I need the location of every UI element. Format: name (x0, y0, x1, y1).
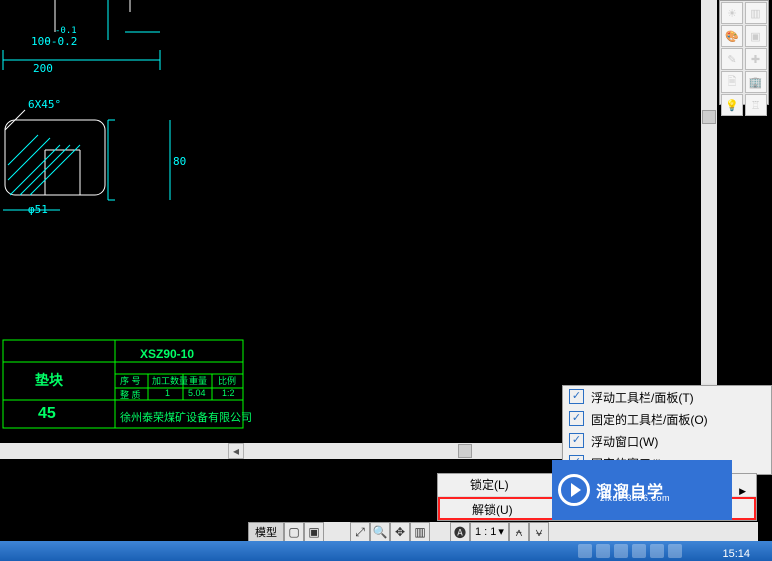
layout1-icon[interactable]: ▢ (284, 522, 304, 542)
brick-icon[interactable]: ▥ (745, 2, 767, 24)
status-bar: 模型 ▢ ▣ ⤢ 🔍 ✥ ▥ 🅐 1 : 1 ▾ ⍲ ⍱ (248, 522, 758, 542)
tray-icon[interactable] (596, 544, 610, 558)
scale-dropdown[interactable]: 1 : 1 ▾ (470, 522, 509, 542)
annoscale-a-icon[interactable]: ⍲ (509, 522, 529, 542)
submenu-unlock-label: 解锁(U) (472, 503, 513, 517)
plus-icon[interactable]: ✚ (745, 48, 767, 70)
tb-v-jiagong: 1 (165, 388, 170, 398)
menu-docked-toolbars[interactable]: ✓ 固定的工具栏/面板(O) (563, 408, 771, 430)
watermark-url: zixue.3d66.com (600, 493, 670, 503)
watermark-badge: 溜溜自学 zixue.3d66.com (552, 460, 732, 520)
tb-hdr-jiagong: 加工数量 (152, 374, 188, 387)
dim-80: 80 (173, 155, 186, 168)
taskbar-clock[interactable]: 15:14 (722, 548, 750, 560)
tb-matnum: 45 (38, 405, 56, 423)
sun-icon[interactable]: ☀ (721, 2, 743, 24)
tb-code: XSZ90-10 (140, 347, 194, 361)
doc-icon[interactable]: 🗎 (721, 71, 743, 93)
dim-200: 200 (33, 62, 53, 75)
pagoda-icon[interactable]: ♖ (745, 94, 767, 116)
pen-icon[interactable]: ✎ (721, 48, 743, 70)
tb-hdr-zhong: 重量 (189, 374, 207, 387)
menu-label: 浮动工具栏/面板(T) (591, 389, 694, 406)
annotate-scale-icon[interactable]: 🅐 (450, 522, 470, 542)
drawing-canvas[interactable]: 200 10θ-0.2 -0.1 6X45° 80 φ51 垫块 45 XSZ9… (0, 0, 703, 443)
dim-phi51: φ51 (28, 203, 48, 216)
tab-model[interactable]: 模型 (248, 522, 284, 542)
system-tray[interactable] (502, 544, 682, 560)
windows-taskbar[interactable]: 15:14 (0, 541, 772, 561)
check-icon: ✓ (569, 411, 584, 426)
dim-tol: 10θ-0.2 (31, 35, 77, 48)
zoom-icon[interactable]: 🔍 (370, 522, 390, 542)
building-icon[interactable]: 🏢 (745, 71, 767, 93)
scrollbar-arrow-left[interactable]: ◂ (228, 443, 244, 459)
tray-icon[interactable] (632, 544, 646, 558)
cube-icon[interactable]: ▣ (745, 25, 767, 47)
submenu-lock-label: 锁定(L) (470, 478, 509, 492)
play-icon (558, 474, 590, 506)
zoom-fit-icon[interactable]: ⤢ (350, 522, 370, 542)
tray-icon[interactable] (650, 544, 664, 558)
tray-icon[interactable] (578, 544, 592, 558)
check-icon: ✓ (569, 433, 584, 448)
dropdown-icon: ▾ (498, 523, 504, 541)
scrollbar-thumb[interactable] (702, 110, 716, 124)
palette-icon[interactable]: 🎨 (721, 25, 743, 47)
layout2-icon[interactable]: ▣ (304, 522, 324, 542)
scrollbar-thumb-h[interactable] (458, 444, 472, 458)
bulb-icon[interactable]: 💡 (721, 94, 743, 116)
scrollbar-vertical[interactable] (701, 0, 717, 443)
tb-hdr-xuhao: 序 号 (120, 374, 141, 387)
viewport-icon[interactable]: ▥ (410, 522, 430, 542)
pan-icon[interactable]: ✥ (390, 522, 410, 542)
tb-v-zhong: 5.04 (188, 388, 206, 398)
tb-hdr-bili: 比例 (218, 374, 236, 387)
check-icon: ✓ (569, 389, 584, 404)
menu-float-windows[interactable]: ✓ 浮动窗口(W) (563, 430, 771, 452)
scale-value: 1 : 1 (475, 523, 496, 541)
dim-tol-upper: -0.1 (55, 26, 77, 36)
menu-float-toolbars[interactable]: ✓ 浮动工具栏/面板(T) (563, 386, 771, 408)
dim-chamfer: 6X45° (28, 98, 61, 111)
tb-company: 徐州泰荣煤矿设备有限公司 (120, 409, 252, 425)
menu-label: 浮动窗口(W) (591, 433, 658, 450)
tb-v-bili: 1:2 (222, 388, 235, 398)
tray-icon[interactable] (614, 544, 628, 558)
right-tool-palette[interactable]: ☀ ▥ 🎨 ▣ ✎ ✚ 🗎 🏢 💡 ♖ (719, 0, 769, 105)
tb-partname: 垫块 (35, 370, 63, 390)
tray-icon[interactable] (668, 544, 682, 558)
annoscale-b-icon[interactable]: ⍱ (529, 522, 549, 542)
tb-v-xuhao: 整 质 (120, 388, 141, 401)
menu-label: 固定的工具栏/面板(O) (591, 411, 708, 428)
